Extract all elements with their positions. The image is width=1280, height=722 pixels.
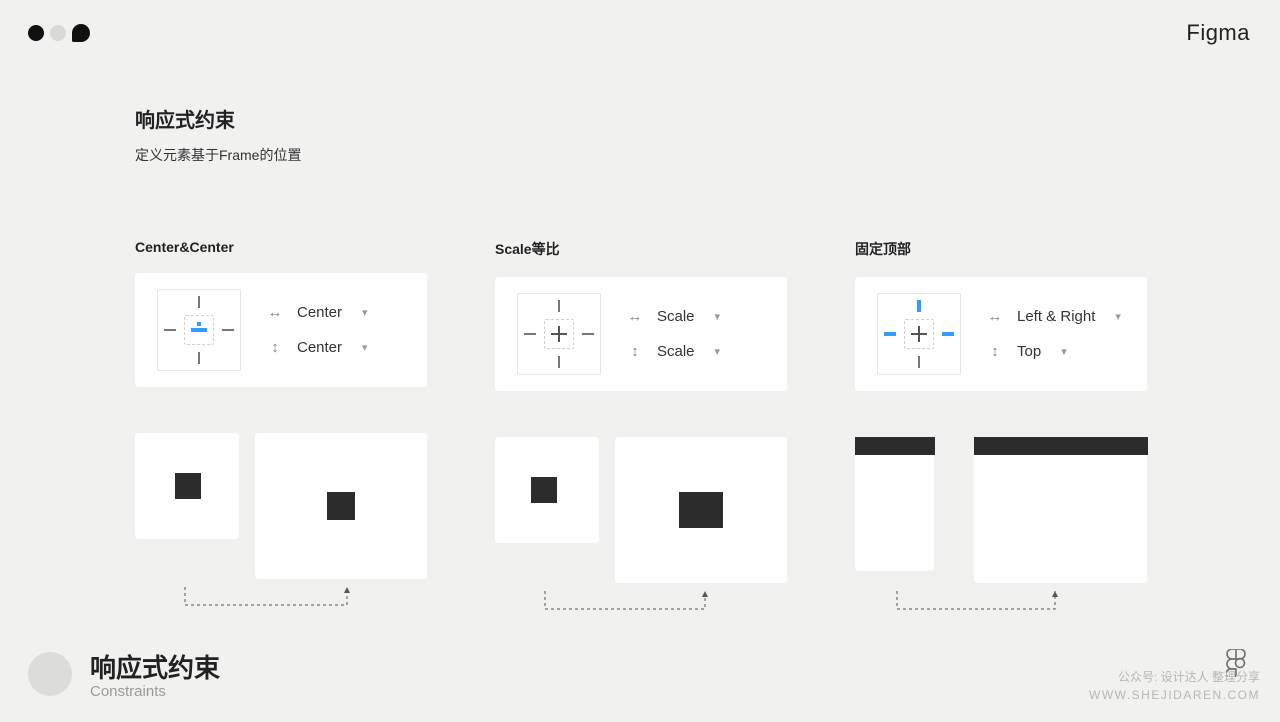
connector-arrow-icon bbox=[895, 589, 1147, 619]
constraint-glyph-lr-top-icon[interactable] bbox=[877, 293, 961, 375]
example-row bbox=[495, 437, 787, 583]
footer: 响应式约束 Constraints bbox=[28, 648, 220, 700]
connector-arrow-icon bbox=[135, 585, 427, 615]
example-frame-large bbox=[255, 433, 427, 579]
column-center: Center&Center ↔ Center ▾ ↕ bbox=[135, 239, 427, 619]
column-fixed-top: 固定顶部 ↔ Left & Right ▾ bbox=[855, 239, 1147, 619]
vertical-constraint-select[interactable]: ↕ Top ▾ bbox=[987, 343, 1121, 360]
connector-arrow-icon bbox=[495, 589, 787, 619]
dot-3-leaf-icon bbox=[72, 24, 90, 42]
column-label: 固定顶部 bbox=[855, 239, 1147, 259]
constraint-panel: ↔ Left & Right ▾ ↕ Top ▾ bbox=[855, 277, 1147, 391]
arrow-horizontal-icon: ↔ bbox=[987, 308, 1003, 325]
main-content: 响应式约束 定义元素基于Frame的位置 Center&Center ↔ Cen… bbox=[135, 104, 1150, 619]
arrow-horizontal-icon: ↔ bbox=[267, 304, 283, 321]
example-block bbox=[531, 477, 557, 503]
example-frame-large bbox=[615, 437, 787, 583]
brand-label: Figma bbox=[1186, 20, 1250, 46]
example-block bbox=[679, 492, 723, 528]
example-frame-large bbox=[974, 437, 1147, 583]
select-value: Scale bbox=[657, 343, 695, 360]
horizontal-constraint-select[interactable]: ↔ Center ▾ bbox=[267, 304, 368, 321]
constraint-selects: ↔ Left & Right ▾ ↕ Top ▾ bbox=[987, 308, 1121, 360]
example-row bbox=[855, 437, 1147, 583]
watermark-line2: WWW.SHEJIDAREN.COM bbox=[1089, 686, 1260, 704]
column-scale: Scale等比 ↔ Scale ▾ ↕ bbox=[495, 239, 787, 619]
example-bar bbox=[855, 437, 935, 455]
constraint-glyph-center-icon[interactable] bbox=[157, 289, 241, 371]
example-block bbox=[327, 492, 355, 520]
column-label: Center&Center bbox=[135, 239, 427, 255]
constraint-selects: ↔ Center ▾ ↕ Center ▾ bbox=[267, 304, 368, 356]
chevron-down-icon: ▾ bbox=[362, 306, 368, 319]
select-value: Center bbox=[297, 339, 342, 356]
footer-text: 响应式约束 Constraints bbox=[90, 648, 220, 700]
column-label: Scale等比 bbox=[495, 239, 787, 259]
select-value: Center bbox=[297, 304, 342, 321]
horizontal-constraint-select[interactable]: ↔ Scale ▾ bbox=[627, 308, 720, 325]
example-frame-small bbox=[135, 433, 239, 539]
example-block bbox=[175, 473, 201, 499]
dot-2 bbox=[50, 25, 66, 41]
chevron-down-icon: ▾ bbox=[362, 341, 368, 354]
example-row bbox=[135, 433, 427, 579]
constraint-glyph-scale-icon[interactable] bbox=[517, 293, 601, 375]
vertical-constraint-select[interactable]: ↕ Scale ▾ bbox=[627, 343, 720, 360]
page-title: 响应式约束 bbox=[135, 104, 1150, 133]
chevron-down-icon: ▾ bbox=[1061, 345, 1067, 358]
arrow-horizontal-icon: ↔ bbox=[627, 308, 643, 325]
arrow-vertical-icon: ↕ bbox=[267, 339, 283, 356]
columns: Center&Center ↔ Center ▾ ↕ bbox=[135, 239, 1150, 619]
select-value: Top bbox=[1017, 343, 1041, 360]
footer-subtitle: Constraints bbox=[90, 683, 220, 700]
chevron-down-icon: ▾ bbox=[1115, 310, 1121, 323]
chevron-down-icon: ▾ bbox=[715, 310, 721, 323]
watermark-line1: 公众号: 设计达人 整理分享 bbox=[1089, 668, 1260, 686]
footer-avatar-icon bbox=[28, 652, 72, 696]
select-value: Scale bbox=[657, 308, 695, 325]
arrow-vertical-icon: ↕ bbox=[987, 343, 1003, 360]
example-frame-small bbox=[855, 437, 934, 571]
arrow-vertical-icon: ↕ bbox=[627, 343, 643, 360]
constraint-selects: ↔ Scale ▾ ↕ Scale ▾ bbox=[627, 308, 720, 360]
chevron-down-icon: ▾ bbox=[715, 345, 721, 358]
example-bar bbox=[974, 437, 1148, 455]
pager-dots bbox=[28, 24, 90, 42]
footer-title: 响应式约束 bbox=[90, 648, 220, 685]
example-frame-small bbox=[495, 437, 599, 543]
page-subtitle: 定义元素基于Frame的位置 bbox=[135, 145, 1150, 165]
select-value: Left & Right bbox=[1017, 308, 1095, 325]
horizontal-constraint-select[interactable]: ↔ Left & Right ▾ bbox=[987, 308, 1121, 325]
constraint-panel: ↔ Scale ▾ ↕ Scale ▾ bbox=[495, 277, 787, 391]
vertical-constraint-select[interactable]: ↕ Center ▾ bbox=[267, 339, 368, 356]
dot-1 bbox=[28, 25, 44, 41]
watermark: 公众号: 设计达人 整理分享 WWW.SHEJIDAREN.COM bbox=[1089, 668, 1260, 704]
constraint-panel: ↔ Center ▾ ↕ Center ▾ bbox=[135, 273, 427, 387]
